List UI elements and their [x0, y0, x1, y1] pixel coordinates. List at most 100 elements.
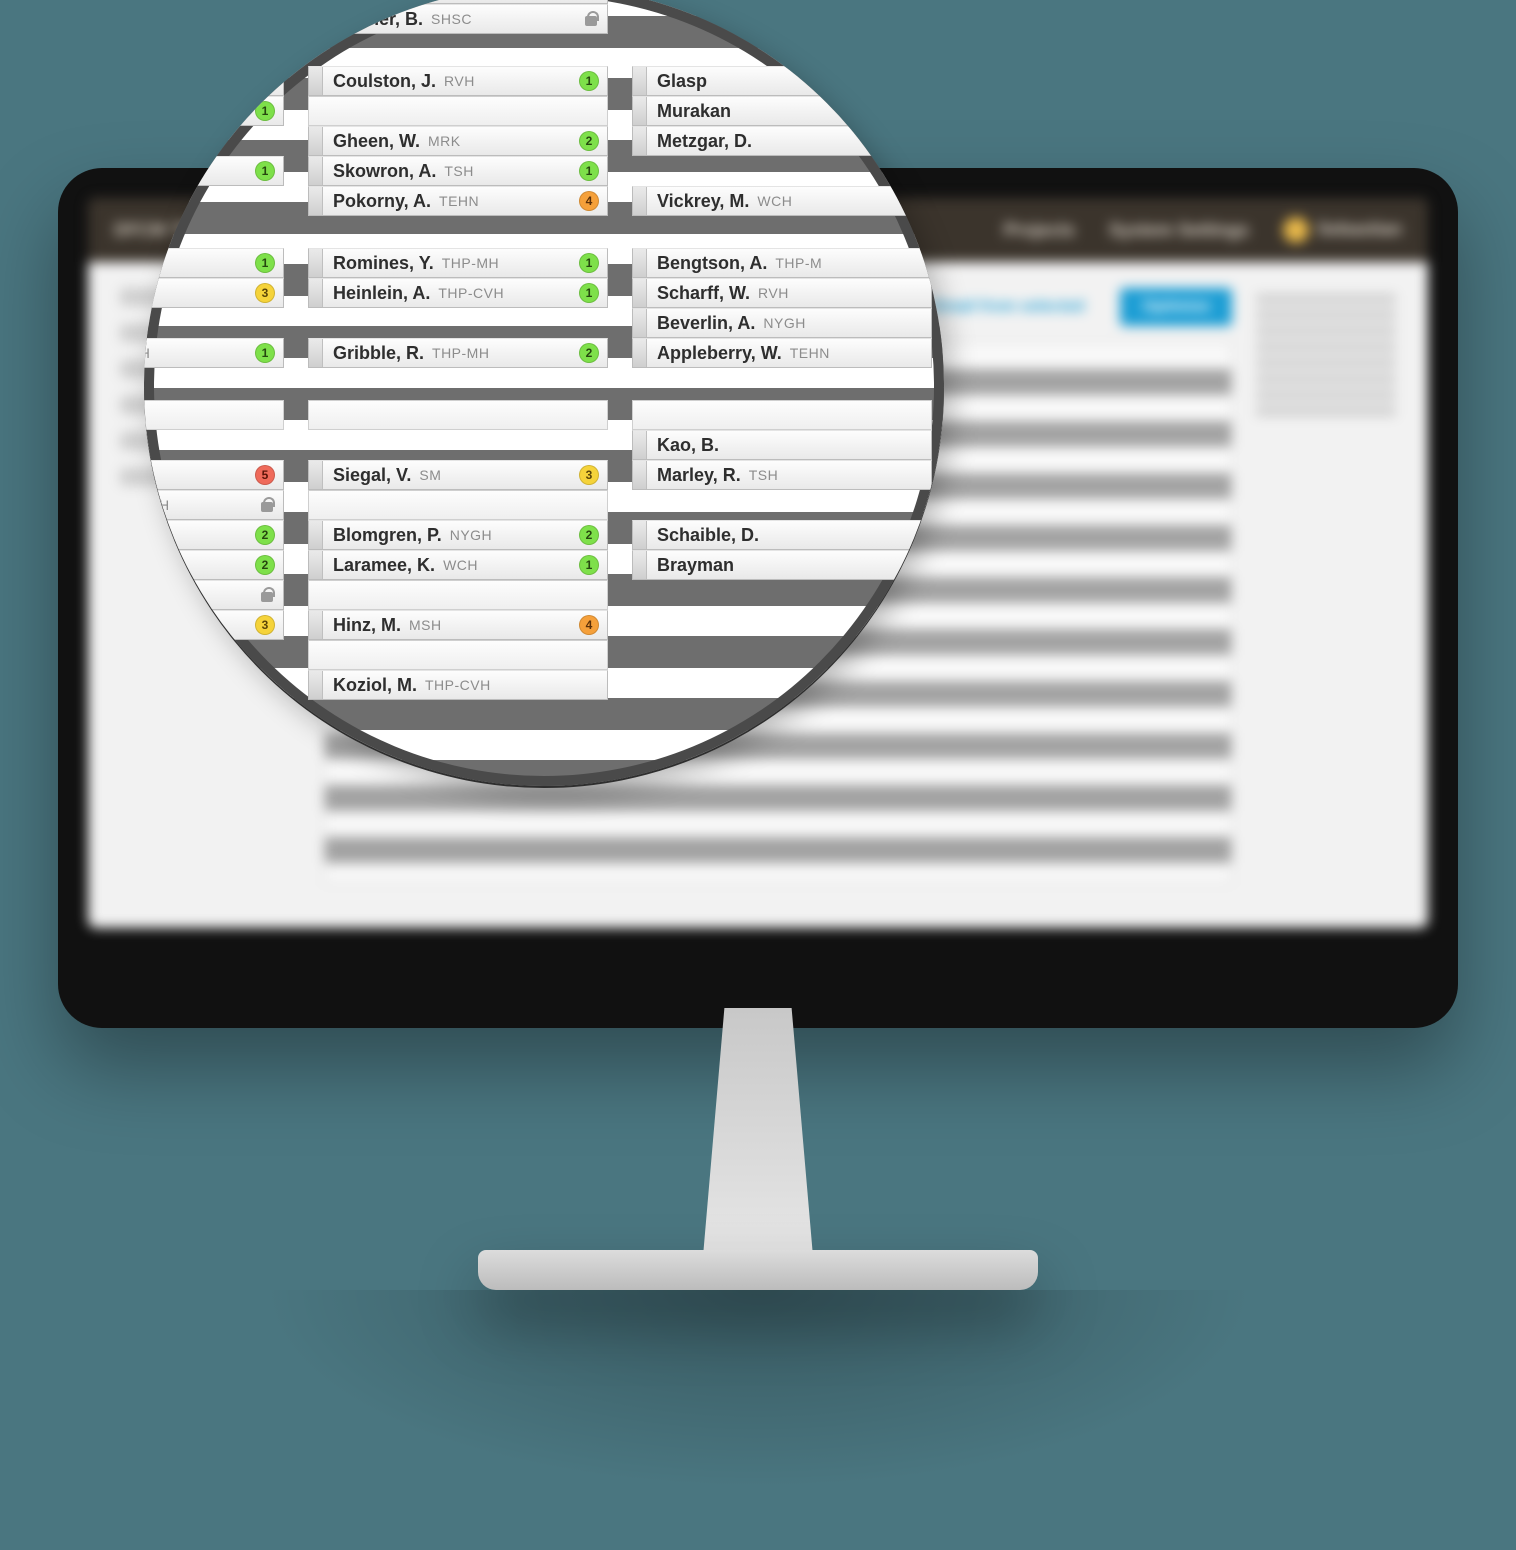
assignment-card[interactable]: Brodt, P.TEHN3: [144, 278, 284, 308]
empty-slot[interactable]: [308, 96, 608, 126]
assignment-card[interactable]: Pokorny, A.TEHN4: [308, 186, 608, 216]
assignment-card[interactable]: Laramee, K.WCH1: [308, 550, 608, 580]
assignment-card[interactable]: Cordeiro, N.SM5: [144, 460, 284, 490]
assignment-card[interactable]: Scharff, W.RVH: [632, 278, 932, 308]
drag-handle[interactable]: [632, 521, 647, 549]
assignment-card[interactable]: Coulston, J.RVH1: [308, 66, 608, 96]
drag-handle[interactable]: [632, 249, 647, 277]
empty-slot[interactable]: [632, 400, 932, 430]
drag-handle[interactable]: [308, 67, 323, 95]
schedule-row: Brodt, P.TEHN3 Heinlein, A.THP-CVH1 Scharf…: [144, 278, 944, 308]
location-code: TWH: [144, 345, 150, 361]
drag-handle[interactable]: [632, 187, 647, 215]
nav-system-settings[interactable]: System Settings: [1109, 220, 1249, 241]
assignment-card[interactable]: Brunette, A.NYGH1: [144, 96, 284, 126]
assignee-name: Koziol, M.: [333, 675, 417, 696]
count-badge: 3: [255, 615, 275, 635]
assignment-card[interactable]: Milstead, H.TWH1: [144, 338, 284, 368]
optimize-button[interactable]: Optimize: [1120, 288, 1232, 326]
drag-handle[interactable]: [308, 671, 323, 699]
assignment-card[interactable]: Appleberry, W.TEHN: [632, 338, 932, 368]
assignment-card[interactable]: 3: [144, 610, 284, 640]
assignment-card[interactable]: Hinz, M.MSH4: [308, 610, 608, 640]
drag-handle[interactable]: [308, 187, 323, 215]
assignment-card[interactable]: artlow, F.RVH1: [144, 156, 284, 186]
nav-projects[interactable]: Projects: [1004, 220, 1075, 241]
assignment-card[interactable]: ord, F.WCH2: [144, 520, 284, 550]
drag-handle[interactable]: [308, 611, 323, 639]
nav-user[interactable]: Sebastian: [1283, 217, 1402, 243]
location-code: WCH: [443, 557, 478, 573]
schedule-row: ord, F.WCH2 Blomgren, P.NYGH2 Schaible, D.: [144, 520, 944, 550]
drag-handle[interactable]: [308, 521, 323, 549]
empty-slot[interactable]: [144, 400, 284, 430]
drag-handle[interactable]: [308, 279, 323, 307]
assignment-card[interactable]: Saenger, Z.SHSC1: [144, 248, 284, 278]
assignment-card[interactable]: Beverlin, A.NYGH: [632, 308, 932, 338]
assignment-card[interactable]: Marley, R.TSH: [632, 460, 932, 490]
assignment-card[interactable]: Murakan: [632, 96, 932, 126]
assignment-card[interactable]: RHC: [144, 66, 284, 96]
drag-handle[interactable]: [632, 97, 647, 125]
assignment-card[interactable]: ampoverde, T.MSH: [144, 490, 284, 520]
assignment-card[interactable]: Bengtson, A.THP-M: [632, 248, 932, 278]
drag-handle[interactable]: [632, 127, 647, 155]
assignment-card[interactable]: Romines, Y.THP-MH1: [308, 248, 608, 278]
empty-slot[interactable]: [308, 640, 608, 670]
empty-slot[interactable]: [308, 400, 608, 430]
drag-handle[interactable]: [308, 249, 323, 277]
assignment-card[interactable]: Koziol, M.THP-CVH: [308, 670, 608, 700]
empty-slot[interactable]: [308, 490, 608, 520]
assignee-name: Laramee, K.: [333, 555, 435, 576]
assignment-card[interactable]: Gheen, W.MRK2: [308, 126, 608, 156]
drag-handle[interactable]: [308, 157, 323, 185]
assignment-card[interactable]: Metzgar, D.: [632, 126, 932, 156]
drag-handle[interactable]: [632, 551, 647, 579]
assignee-name: Kao, B.: [657, 435, 719, 456]
assignment-card[interactable]: SHSC: [144, 580, 284, 610]
location-code: TSH: [444, 163, 474, 179]
location-code: THP-M: [775, 255, 822, 271]
drag-handle[interactable]: [632, 461, 647, 489]
drag-handle[interactable]: [632, 431, 647, 459]
assignment-card[interactable]: Skowron, A.TSH1: [308, 156, 608, 186]
assignment-card[interactable]: Siegal, V.SM3: [308, 460, 608, 490]
schedule-row: Saenger, Z.SHSC1 Romines, Y.THP-MH1 Bengts…: [144, 248, 944, 278]
assignee-name: Beverlin, A.: [657, 313, 755, 334]
assignment-card[interactable]: Heinlein, A.THP-CVH1: [308, 278, 608, 308]
empty-slot[interactable]: [308, 580, 608, 610]
assignment-card[interactable]: Glasp: [632, 66, 932, 96]
drag-handle[interactable]: [632, 339, 647, 367]
count-badge: 2: [579, 131, 599, 151]
drag-handle[interactable]: [632, 279, 647, 307]
lock-icon: [583, 11, 599, 27]
lock-icon: [259, 73, 275, 89]
assignee-name: Schaible, D.: [657, 525, 759, 546]
drag-handle[interactable]: [308, 461, 323, 489]
location-code: MRK: [428, 133, 461, 149]
drag-handle[interactable]: [632, 309, 647, 337]
assignment-card[interactable]: Cramer, B.SHSC: [308, 4, 608, 34]
assignment-card[interactable]: Gribble, R.THP-MH2: [308, 338, 608, 368]
assignee-name: Gribble, R.: [333, 343, 424, 364]
monitor-reflection: [258, 1290, 1258, 1490]
drag-handle[interactable]: [308, 0, 323, 3]
location-code: TEHN: [790, 345, 830, 361]
assignment-card[interactable]: Brayman: [632, 550, 932, 580]
count-badge: 3: [579, 465, 599, 485]
empty-slot[interactable]: [144, 4, 284, 34]
drag-handle[interactable]: [308, 551, 323, 579]
assignment-card[interactable]: Kao, B.: [632, 430, 932, 460]
count-badge: 1: [255, 161, 275, 181]
assignment-card[interactable]: Schaible, D.: [632, 520, 932, 550]
assignee-name: Skowron, A.: [333, 161, 436, 182]
drag-handle[interactable]: [308, 5, 323, 33]
drag-handle[interactable]: [308, 127, 323, 155]
schedule-row: Milstead, H.TWH1 Gribble, R.THP-MH2 Appleb…: [144, 338, 944, 368]
assignment-card[interactable]: , K.TSH2: [144, 550, 284, 580]
assignment-card[interactable]: Blomgren, P.NYGH2: [308, 520, 608, 550]
drag-handle[interactable]: [308, 339, 323, 367]
assignment-card[interactable]: Vickrey, M.WCH: [632, 186, 932, 216]
drag-handle[interactable]: [632, 67, 647, 95]
count-badge: 2: [255, 555, 275, 575]
